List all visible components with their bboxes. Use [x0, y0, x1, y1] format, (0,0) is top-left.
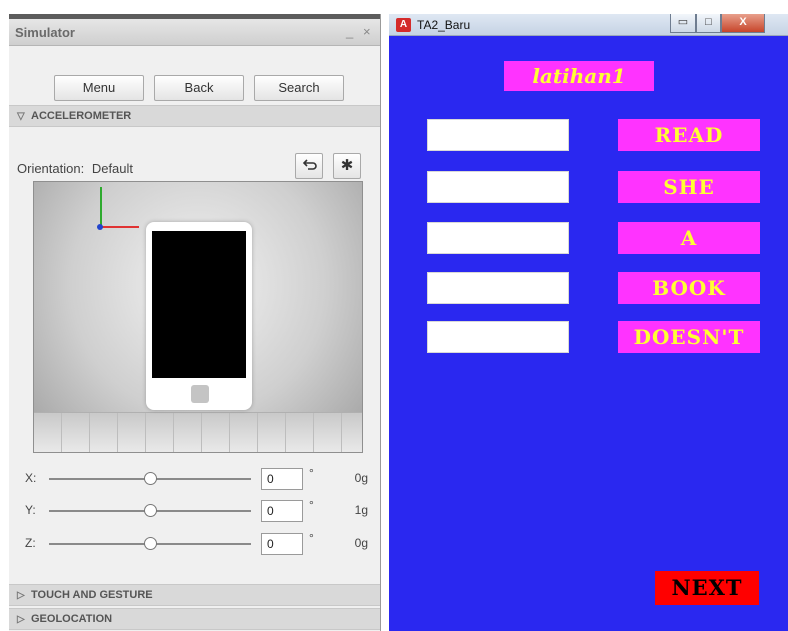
reset-icon	[302, 159, 317, 170]
x-axis-slider-row: X: 0 ° 0g	[9, 466, 380, 492]
phone-home-button	[191, 385, 209, 403]
lesson-title: latihan1	[504, 61, 654, 91]
orientation-value: Default	[91, 161, 134, 176]
y-value-input[interactable]: 0	[261, 500, 303, 522]
back-button[interactable]: Back	[154, 75, 244, 101]
x-degree: °	[309, 466, 314, 480]
geolocation-label: GEOLOCATION	[31, 613, 113, 625]
gear-icon: ✱	[340, 157, 354, 174]
close-button[interactable]: X	[721, 14, 765, 33]
z-label: Z:	[25, 536, 36, 550]
x-label: X:	[25, 471, 37, 485]
z-axis-slider-row: Z: 0 ° 0g	[9, 531, 380, 557]
z-value-input[interactable]: 0	[261, 533, 303, 555]
z-axis-indicator	[97, 224, 103, 230]
y-axis-indicator	[100, 187, 102, 227]
y-degree: °	[309, 498, 314, 512]
answer-slot-5[interactable]	[427, 321, 569, 353]
close-icon[interactable]: ×	[363, 24, 371, 39]
y-label: Y:	[25, 503, 36, 517]
word-tile-doesnt[interactable]: DOESN'T	[618, 321, 760, 353]
answer-slot-1[interactable]	[427, 119, 569, 151]
x-slider-thumb[interactable]	[144, 472, 157, 485]
app-window-title: TA2_Baru	[417, 18, 471, 32]
answer-slot-4[interactable]	[427, 272, 569, 304]
phone-model[interactable]	[146, 222, 252, 410]
app-content: latihan1 READ SHE A BOOK DOESN'T NEXT	[389, 36, 788, 631]
accelerometer-label: ACCELEROMETER	[31, 110, 132, 122]
simulator-panel: Simulator _ × Menu Back Search ▽ ACCELERO…	[9, 14, 381, 631]
z-g-value: 0g	[354, 536, 368, 550]
accelerometer-section-header[interactable]: ▽ ACCELEROMETER	[9, 105, 380, 127]
settings-button[interactable]: ✱	[333, 153, 361, 179]
floor-grid	[34, 412, 362, 452]
answer-slot-3[interactable]	[427, 222, 569, 254]
touch-and-gesture-label: TOUCH AND GESTURE	[31, 589, 153, 601]
geolocation-section-header[interactable]: ▷ GEOLOCATION	[9, 608, 380, 630]
y-slider-thumb[interactable]	[144, 504, 157, 517]
y-axis-slider-row: Y: 0 ° 1g	[9, 498, 380, 524]
y-g-value: 1g	[354, 503, 368, 517]
answer-slot-2[interactable]	[427, 171, 569, 203]
menu-button[interactable]: Menu	[54, 75, 144, 101]
app-icon: A	[396, 18, 411, 32]
next-button[interactable]: NEXT	[655, 571, 759, 605]
word-tile-a[interactable]: A	[618, 222, 760, 254]
app-titlebar: A TA2_Baru ▭ □ X	[389, 14, 788, 36]
orientation-row: Orientation: Default	[17, 161, 133, 176]
word-tile-book[interactable]: BOOK	[618, 272, 760, 304]
x-axis-indicator	[101, 226, 139, 228]
phone-screen	[152, 231, 246, 378]
x-g-value: 0g	[354, 471, 368, 485]
triangle-down-icon: ▽	[17, 111, 25, 122]
search-button[interactable]: Search	[254, 75, 344, 101]
orientation-label: Orientation:	[17, 161, 85, 176]
word-tile-she[interactable]: SHE	[618, 171, 760, 203]
device-3d-viewport[interactable]	[33, 181, 363, 453]
app-window: A TA2_Baru ▭ □ X latihan1 READ SHE A BOO…	[389, 14, 788, 631]
simulator-titlebar: Simulator _ ×	[9, 19, 380, 46]
word-tile-read[interactable]: READ	[618, 119, 760, 151]
triangle-right-icon: ▷	[17, 614, 25, 625]
triangle-right-icon: ▷	[17, 590, 25, 601]
z-slider-thumb[interactable]	[144, 537, 157, 550]
z-degree: °	[309, 531, 314, 545]
touch-and-gesture-section-header[interactable]: ▷ TOUCH AND GESTURE	[9, 584, 380, 606]
maximize-button[interactable]: □	[696, 14, 721, 33]
minimize-button[interactable]: ▭	[670, 14, 696, 33]
minimize-icon[interactable]: _	[346, 24, 353, 39]
reset-button[interactable]	[295, 153, 323, 179]
simulator-title: Simulator	[15, 25, 75, 40]
x-value-input[interactable]: 0	[261, 468, 303, 490]
